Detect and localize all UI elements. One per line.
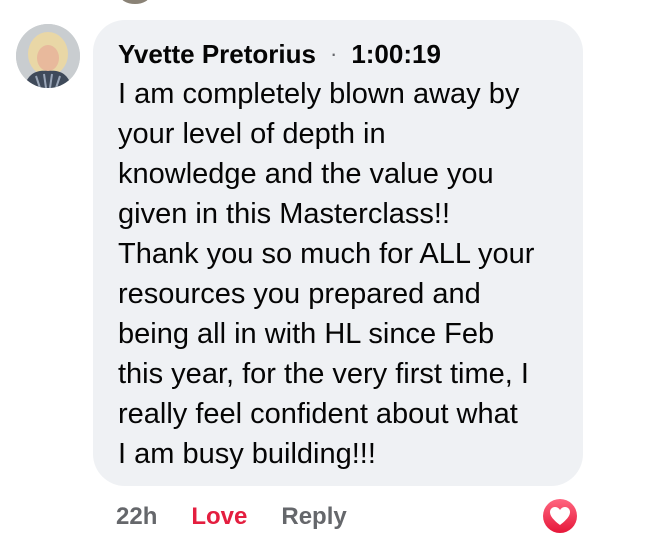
comment-line: really feel confident about what xyxy=(118,398,518,430)
comment-line: this year, for the very first time, I xyxy=(118,358,529,390)
author-name[interactable]: Yvette Pretorius xyxy=(118,39,316,70)
video-timestamp[interactable]: 1:00:19 xyxy=(351,39,441,70)
comment-text: I am completely blown away by your level… xyxy=(118,74,573,474)
reply-button[interactable]: Reply xyxy=(281,503,346,531)
separator-dot: · xyxy=(329,41,338,66)
heart-icon xyxy=(543,499,577,533)
reaction-count-badge[interactable] xyxy=(540,496,580,536)
previous-avatar-fragment xyxy=(120,0,150,4)
comment-line: I am busy building!!! xyxy=(118,438,376,470)
comment-age[interactable]: 22h xyxy=(116,503,157,531)
comment-line: knowledge and the value you xyxy=(118,158,494,190)
comment-header: Yvette Pretorius · 1:00:19 xyxy=(118,36,441,72)
comment-line: given in this Masterclass!! xyxy=(118,198,451,230)
comment-line: Thank you so much for ALL your xyxy=(118,238,535,270)
avatar-photo xyxy=(16,24,80,88)
love-button[interactable]: Love xyxy=(191,503,247,531)
comment-line: resources you prepared and xyxy=(118,278,481,310)
comment-line: I am completely blown away by xyxy=(118,78,520,110)
comment-line: being all in with HL since Feb xyxy=(118,318,495,350)
avatar[interactable] xyxy=(16,24,80,88)
comment-line: your level of depth in xyxy=(118,118,386,150)
comment-actions: 22h Love Reply xyxy=(116,500,347,534)
